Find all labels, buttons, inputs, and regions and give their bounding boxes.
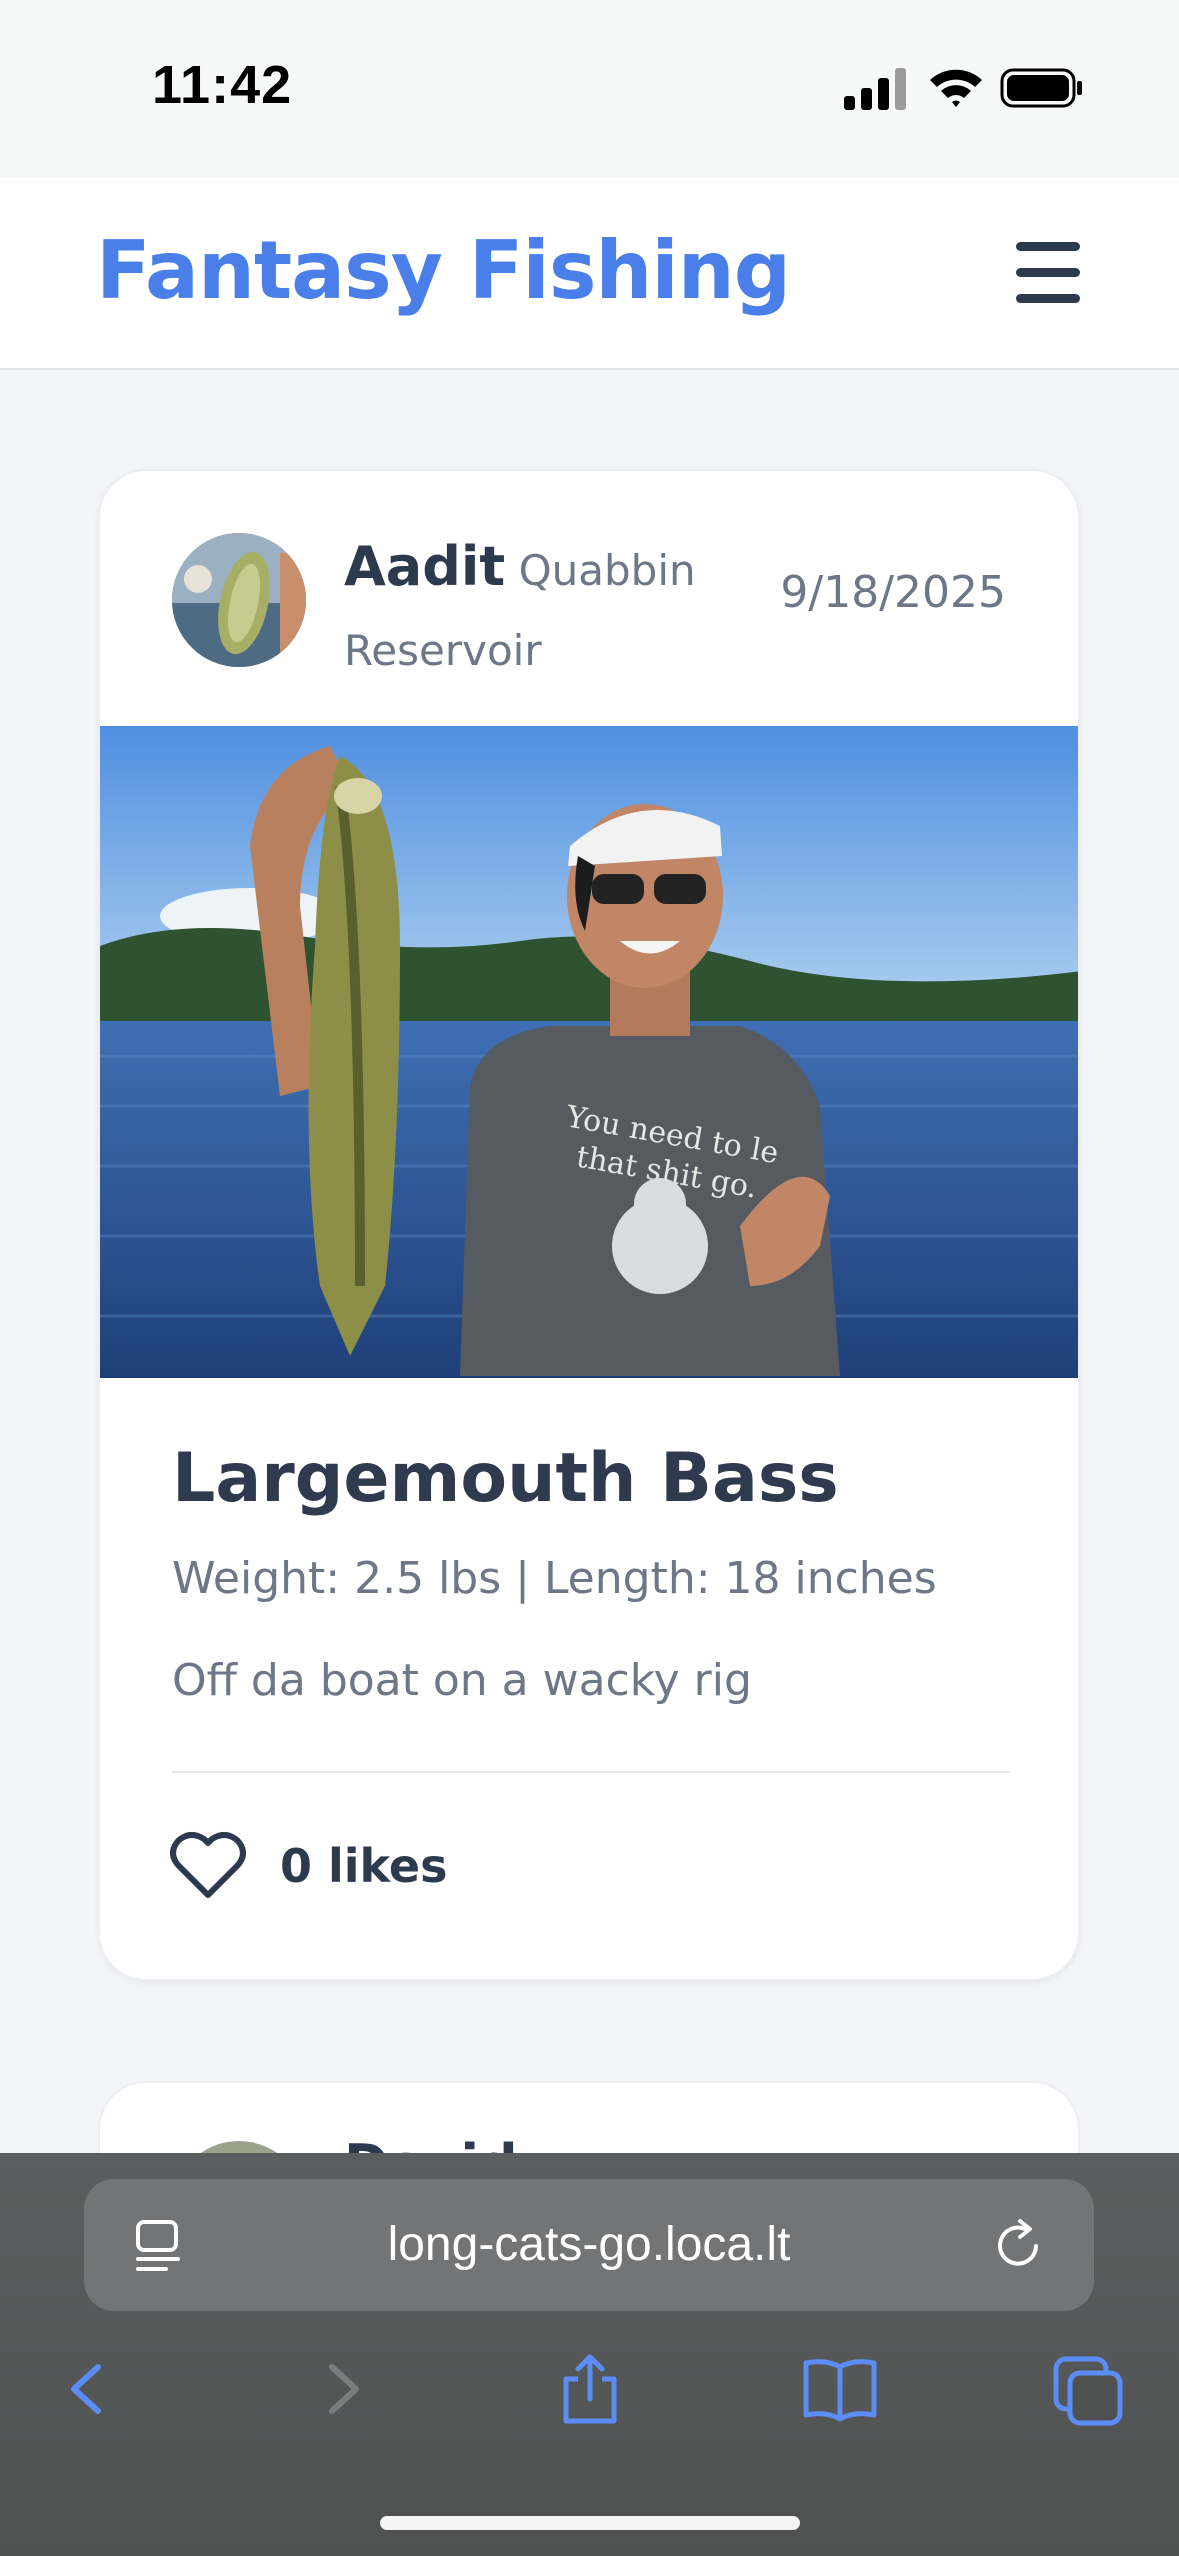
bookmarks-icon[interactable] <box>800 2349 880 2429</box>
catch-caption: Off da boat on a wacky rig <box>172 1655 752 1706</box>
brand-title[interactable]: Fantasy Fishing <box>96 224 791 317</box>
card-divider <box>172 1771 1010 1773</box>
home-indicator[interactable] <box>380 2516 800 2530</box>
hamburger-menu-icon[interactable] <box>1016 242 1084 303</box>
avatar-photo <box>172 533 306 667</box>
wifi-icon <box>930 69 982 107</box>
like-count: 0 likes <box>280 1839 448 1893</box>
forward-icon[interactable] <box>302 2349 382 2429</box>
catch-photo-image: You need to le that shit go. <box>100 726 1078 1378</box>
author-name[interactable]: Aadit <box>344 535 505 598</box>
reload-icon[interactable] <box>990 2217 1048 2275</box>
catch-species: Largemouth Bass <box>172 1439 839 1518</box>
catch-photo[interactable]: You need to le that shit go. <box>100 726 1078 1378</box>
author-avatar[interactable] <box>172 533 306 667</box>
battery-icon <box>1000 68 1082 108</box>
status-icons <box>844 66 1084 110</box>
catch-post-card: Aadit Quabbin Reservoir 9/18/2025 You ne… <box>98 469 1080 1981</box>
tabs-icon[interactable] <box>1048 2349 1128 2429</box>
catch-stats: Weight: 2.5 lbs | Length: 18 inches <box>172 1553 937 1604</box>
post-date: 9/18/2025 <box>780 567 1006 618</box>
share-icon[interactable] <box>550 2349 630 2429</box>
url-text[interactable]: long-cats-go.loca.lt <box>84 2217 1094 2272</box>
browser-toolbar: long-cats-go.loca.lt <box>0 2153 1179 2556</box>
status-time: 11:42 <box>152 55 293 115</box>
like-heart-icon[interactable] <box>170 1831 250 1903</box>
address-bar[interactable]: long-cats-go.loca.lt <box>84 2179 1094 2311</box>
status-bar: 11:42 <box>0 0 1179 178</box>
post-author-line: Aadit Quabbin Reservoir <box>344 527 764 691</box>
app-header: Fantasy Fishing <box>0 178 1179 370</box>
back-icon[interactable] <box>48 2349 128 2429</box>
